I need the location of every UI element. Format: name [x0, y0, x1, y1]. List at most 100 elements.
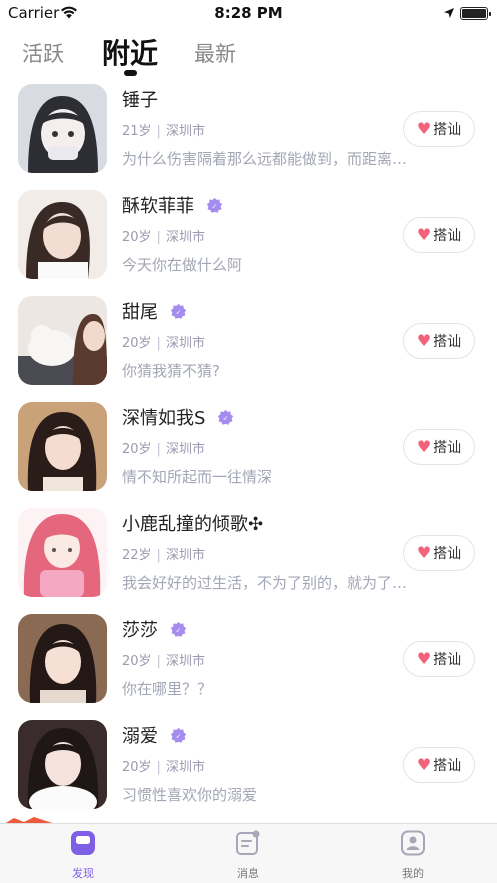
user-meta: 20岁 | 深圳市: [122, 332, 205, 351]
svg-text:✓: ✓: [223, 414, 229, 422]
user-age: 20岁: [122, 230, 152, 245]
greet-label: 搭讪: [433, 652, 462, 668]
greet-button[interactable]: ♥ 搭讪: [403, 217, 475, 253]
discover-icon: [71, 831, 95, 855]
heart-icon: ♥: [416, 543, 432, 562]
tab-label: 发现: [72, 867, 94, 880]
separator: |: [156, 654, 161, 669]
greet-button[interactable]: ♥ 搭讪: [403, 535, 475, 571]
tab-discover[interactable]: 发现: [43, 830, 123, 881]
tab-profile[interactable]: 我的: [373, 830, 453, 881]
clock: 8:28 PM: [214, 4, 283, 22]
status-bar: Carrier 8:28 PM: [0, 0, 497, 26]
avatar[interactable]: [18, 508, 107, 597]
greet-button[interactable]: ♥ 搭讪: [403, 747, 475, 783]
message-icon: [236, 830, 260, 855]
user-message: 情不知所起而一往情深: [122, 468, 273, 486]
heart-icon: ♥: [416, 331, 432, 350]
avatar[interactable]: [18, 296, 107, 385]
user-message: 我会好好的过生活，不为了别的，就为了不辜负自己。: [122, 574, 422, 592]
tab-nearby[interactable]: 附近: [102, 32, 158, 72]
separator: |: [156, 230, 161, 245]
list-item[interactable]: 溺爱 ✓ 20岁 | 深圳市 习惯性喜欢你的溺爱 ♥ 搭讪: [0, 718, 497, 823]
user-name: 莎莎: [122, 620, 158, 641]
user-age: 21岁: [122, 124, 152, 139]
list-item[interactable]: 锤子 21岁 | 深圳市 为什么伤害隔着那么远都能做到，而距离却不可以？ ♥ 搭讪: [0, 82, 497, 187]
user-message: 你在哪里？？: [122, 680, 213, 698]
svg-text:✓: ✓: [176, 732, 182, 740]
user-age: 20岁: [122, 442, 152, 457]
heart-icon: ♥: [416, 225, 432, 244]
greet-button[interactable]: ♥ 搭讪: [403, 111, 475, 147]
profile-icon: [401, 830, 425, 856]
heart-icon: ♥: [416, 755, 432, 774]
verified-badge-icon: ✓: [170, 621, 187, 637]
greet-label: 搭讪: [433, 228, 462, 244]
user-city: 深圳市: [165, 442, 205, 457]
avatar[interactable]: [18, 84, 107, 173]
user-age: 22岁: [122, 548, 152, 563]
avatar[interactable]: [18, 614, 107, 703]
location-arrow-icon: [444, 8, 454, 18]
verified-badge-icon: ✓: [170, 303, 187, 319]
user-name: 酥软菲菲: [122, 196, 194, 217]
user-name: 溺爱: [122, 726, 158, 747]
avatar[interactable]: [18, 720, 107, 809]
tab-active[interactable]: 活跃: [22, 38, 64, 68]
user-age: 20岁: [122, 336, 152, 351]
user-age: 20岁: [122, 760, 152, 775]
svg-text:✓: ✓: [176, 626, 182, 634]
tab-label: 我的: [402, 867, 424, 880]
svg-text:✓: ✓: [176, 308, 182, 316]
separator: |: [156, 442, 161, 457]
user-meta: 21岁 | 深圳市: [122, 120, 205, 139]
user-name: 小鹿乱撞的倾歌✣: [122, 514, 264, 535]
user-name: 锤子: [122, 90, 158, 111]
tab-indicator: [124, 70, 137, 76]
user-city: 深圳市: [165, 548, 205, 563]
user-name: 深情如我S: [122, 408, 206, 429]
greet-label: 搭讪: [433, 546, 462, 562]
user-meta: 20岁 | 深圳市: [122, 226, 205, 245]
list-item[interactable]: 酥软菲菲 ✓ 20岁 | 深圳市 今天你在做什么阿 ♥ 搭讪: [0, 188, 497, 293]
user-meta: 20岁 | 深圳市: [122, 438, 205, 457]
user-city: 深圳市: [165, 230, 205, 245]
separator: |: [156, 124, 161, 139]
user-city: 深圳市: [165, 654, 205, 669]
heart-icon: ♥: [416, 119, 432, 138]
list-item[interactable]: 小鹿乱撞的倾歌✣ 22岁 | 深圳市 我会好好的过生活，不为了别的，就为了不辜负自己…: [0, 506, 497, 611]
greet-label: 搭讪: [433, 758, 462, 774]
bottom-tab-bar: 发现 消息 我的: [0, 823, 497, 883]
user-meta: 20岁 | 深圳市: [122, 650, 205, 669]
greet-button[interactable]: ♥ 搭讪: [403, 323, 475, 359]
list-item[interactable]: 甜尾 ✓ 20岁 | 深圳市 你猜我猜不猜? ♥ 搭讪: [0, 294, 497, 399]
user-message: 习惯性喜欢你的溺爱: [122, 786, 258, 804]
user-city: 深圳市: [165, 336, 205, 351]
greet-label: 搭讪: [433, 334, 462, 350]
list-item[interactable]: 莎莎 ✓ 20岁 | 深圳市 你在哪里？？ ♥ 搭讪: [0, 612, 497, 717]
verified-badge-icon: ✓: [206, 197, 223, 213]
tab-label: 消息: [237, 867, 259, 880]
svg-text:✓: ✓: [212, 202, 218, 210]
avatar[interactable]: [18, 402, 107, 491]
separator: |: [156, 548, 161, 563]
separator: |: [156, 336, 161, 351]
separator: |: [156, 760, 161, 775]
tab-messages[interactable]: 消息: [208, 830, 288, 881]
user-age: 20岁: [122, 654, 152, 669]
verified-badge-icon: ✓: [218, 409, 234, 425]
greet-label: 搭讪: [433, 440, 462, 456]
greet-button[interactable]: ♥ 搭讪: [403, 641, 475, 677]
user-city: 深圳市: [165, 124, 205, 139]
avatar[interactable]: [18, 190, 107, 279]
greet-button[interactable]: ♥ 搭讪: [403, 429, 475, 465]
greet-label: 搭讪: [433, 122, 462, 138]
user-message: 今天你在做什么阿: [122, 256, 243, 274]
battery-icon: [460, 7, 491, 20]
tab-newest[interactable]: 最新: [194, 38, 236, 68]
user-message: 你猜我猜不猜?: [122, 362, 220, 380]
heart-icon: ♥: [416, 437, 432, 456]
user-meta: 22岁 | 深圳市: [122, 544, 205, 563]
list-item[interactable]: 深情如我S ✓ 20岁 | 深圳市 情不知所起而一往情深 ♥ 搭讪: [0, 400, 497, 505]
user-meta: 20岁 | 深圳市: [122, 756, 205, 775]
